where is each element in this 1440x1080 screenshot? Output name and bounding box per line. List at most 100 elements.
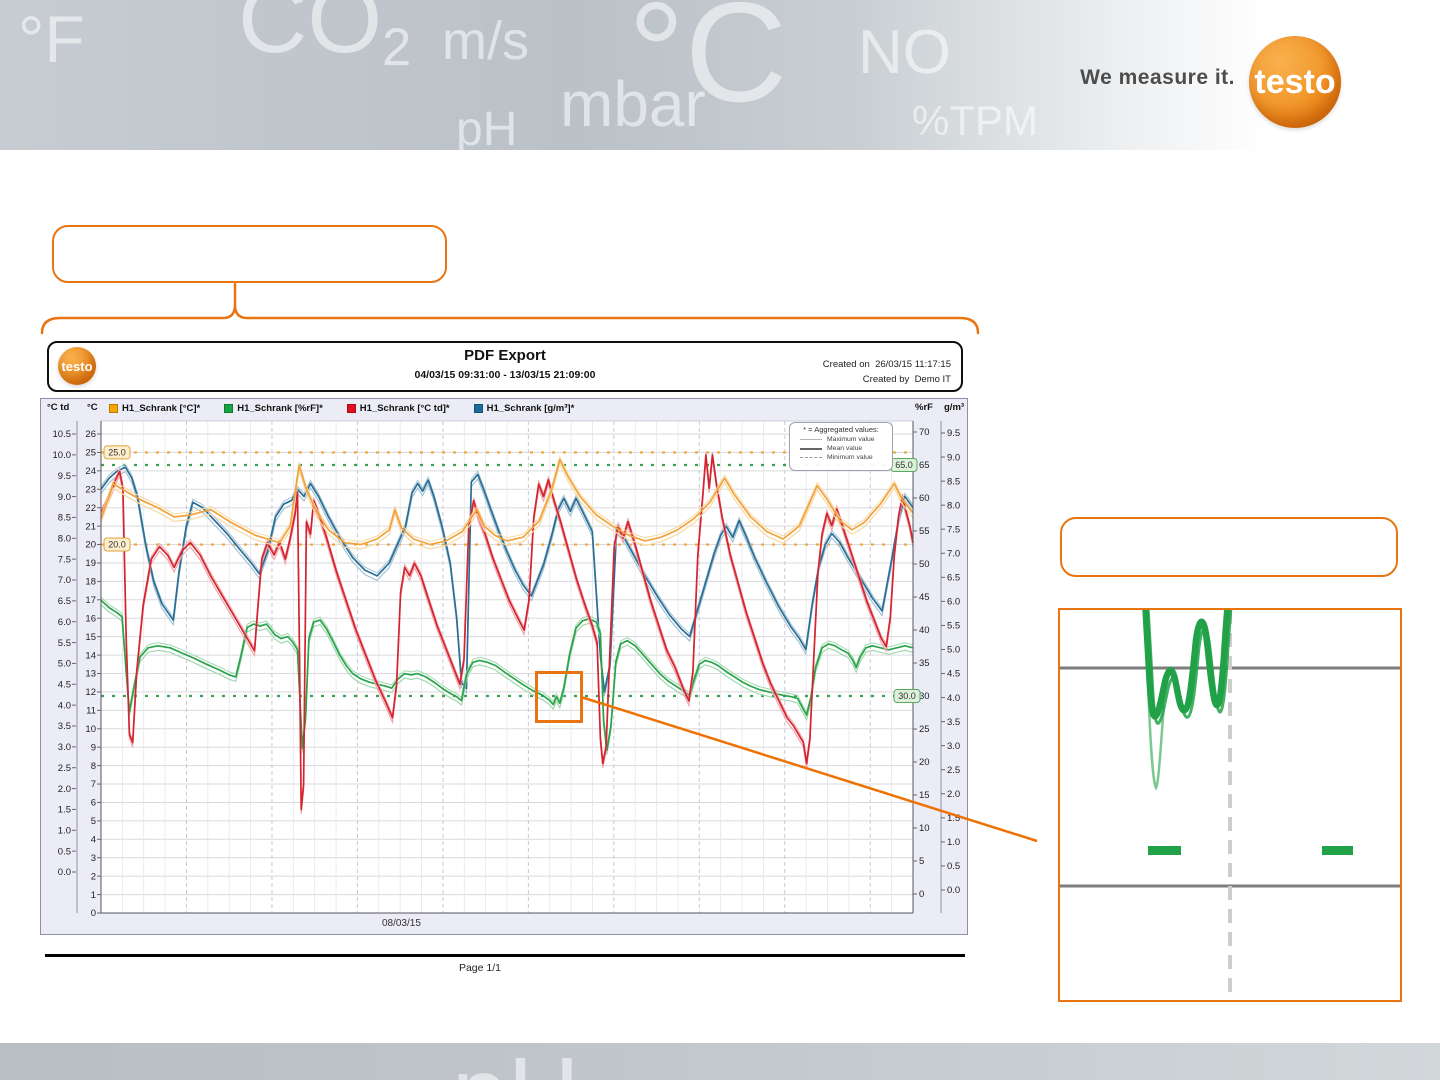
svg-text:6.0: 6.0 (58, 617, 71, 628)
legend-swatch (346, 404, 356, 413)
pdf-header-box: testo PDF Export 04/03/15 09:31:00 - 13/… (47, 341, 963, 392)
svg-text:8.0: 8.0 (58, 533, 71, 544)
svg-text:15: 15 (919, 790, 930, 801)
svg-text:7.5: 7.5 (947, 524, 960, 535)
zoom-detail-box (1058, 608, 1402, 1002)
legend-swatch (224, 404, 234, 413)
axis-caption-g: g/m³ (944, 402, 965, 413)
svg-text:7.0: 7.0 (947, 548, 960, 559)
svg-text:2.0: 2.0 (58, 784, 71, 795)
mean-line-sample (800, 447, 822, 450)
legend-item: H1_Schrank [°C td]* (346, 403, 450, 414)
svg-text:1.0: 1.0 (58, 825, 71, 836)
svg-text:45: 45 (919, 592, 930, 603)
chart-plot: 10.510.09.59.08.58.07.57.06.56.05.55.04.… (53, 420, 960, 929)
svg-text:9.0: 9.0 (58, 492, 71, 503)
svg-text:0.5: 0.5 (58, 846, 71, 857)
axis-caption-rf: %rF (915, 402, 933, 413)
unit-watermark: mbar (560, 68, 706, 140)
max-line-sample (800, 439, 822, 440)
svg-text:4.5: 4.5 (947, 669, 960, 680)
top-banner: °F CO2 m/s °C NO mbar pH %TPM We measure it. te… (0, 0, 1440, 150)
legend-mean-row: Mean value (794, 444, 888, 453)
svg-text:17: 17 (85, 595, 96, 606)
svg-text:5.5: 5.5 (58, 638, 71, 649)
svg-text:5.0: 5.0 (947, 645, 960, 656)
svg-text:35: 35 (919, 658, 930, 669)
svg-text:12: 12 (85, 687, 96, 698)
testo-logo: testo (1249, 36, 1341, 128)
legend-label: H1_Schrank [°C]* (122, 403, 201, 414)
created-on-line: Created on 26/03/15 11:17:15 (822, 359, 951, 370)
chart-panel: 10.5 10.0 9.5 9.0 8.5 8.0 7.5 7.0 6.5 6.0 5.5 5.0 4.… (40, 398, 968, 935)
svg-text:0.0: 0.0 (58, 867, 71, 878)
svg-text:60: 60 (919, 493, 930, 504)
svg-text:1.5: 1.5 (58, 805, 71, 816)
svg-text:4.0: 4.0 (58, 700, 71, 711)
svg-text:40: 40 (919, 625, 930, 636)
svg-text:65.0: 65.0 (895, 460, 913, 470)
svg-text:26: 26 (85, 429, 96, 440)
ph-watermark: pH (452, 1043, 580, 1080)
svg-text:0: 0 (91, 908, 96, 919)
svg-text:5: 5 (919, 856, 924, 867)
svg-text:6: 6 (91, 798, 96, 809)
axis-caption-c: °C (87, 402, 98, 413)
svg-text:21: 21 (85, 521, 96, 532)
inset-limit-dash (1322, 846, 1353, 855)
svg-text:5.5: 5.5 (947, 621, 960, 632)
svg-text:6.0: 6.0 (947, 597, 960, 608)
svg-text:10.5: 10.5 (53, 429, 72, 440)
svg-text:10.0: 10.0 (53, 450, 72, 461)
svg-text:7.0: 7.0 (58, 575, 71, 586)
brand-tagline: We measure it. (1080, 66, 1235, 89)
unit-watermark: pH (456, 103, 518, 151)
unit-watermark: m/s (442, 11, 529, 71)
svg-text:8.5: 8.5 (58, 513, 71, 524)
svg-text:65: 65 (919, 460, 930, 471)
svg-text:20: 20 (85, 540, 96, 551)
svg-text:15: 15 (85, 632, 96, 643)
svg-text:0.0: 0.0 (947, 885, 960, 896)
legend-swatch (109, 404, 118, 413)
legend-label: H1_Schrank [%rF]* (237, 403, 323, 414)
min-line-sample (800, 457, 822, 458)
page-number: Page 1/1 (458, 962, 502, 974)
svg-text:4: 4 (91, 835, 96, 846)
bottom-banner: pH (0, 1043, 1440, 1080)
svg-text:1: 1 (91, 890, 96, 901)
svg-text:0.5: 0.5 (947, 861, 960, 872)
svg-text:2.5: 2.5 (947, 765, 960, 776)
series-legend: H1_Schrank [°C]* H1_Schrank [%rF]* H1_Schr… (109, 402, 574, 415)
aggregated-values-legend: * = Aggregated values: Maximum value Mea… (789, 422, 893, 471)
brace-annotation (40, 282, 980, 335)
svg-text:70: 70 (919, 427, 930, 438)
created-by-line: Created by Demo IT (862, 374, 951, 385)
testo-logo-text: testo (1254, 62, 1336, 101)
svg-text:4.0: 4.0 (947, 693, 960, 704)
svg-text:2.0: 2.0 (947, 789, 960, 800)
svg-text:1.5: 1.5 (947, 813, 960, 824)
svg-text:8: 8 (91, 761, 96, 772)
svg-text:30: 30 (919, 691, 930, 702)
inset-limit-dash (1148, 846, 1181, 855)
legend-swatch (473, 404, 483, 413)
unit-watermark: CO2 (238, 0, 412, 78)
svg-text:13: 13 (85, 669, 96, 680)
svg-text:3: 3 (91, 853, 96, 864)
svg-text:18: 18 (85, 577, 96, 588)
zoom-region-highlight-box (535, 671, 583, 723)
svg-text:10: 10 (85, 724, 96, 735)
zoom-detail-plot (1060, 610, 1400, 1000)
svg-text:19: 19 (85, 558, 96, 569)
svg-text:55: 55 (919, 526, 930, 537)
svg-text:8.5: 8.5 (947, 476, 960, 487)
unit-watermark: %TPM (912, 97, 1038, 144)
svg-text:1.0: 1.0 (947, 837, 960, 848)
svg-text:2.5: 2.5 (58, 763, 71, 774)
svg-text:24: 24 (85, 466, 96, 477)
svg-text:5.0: 5.0 (58, 659, 71, 670)
legend-item: H1_Schrank [g/m³]* (473, 403, 574, 414)
svg-text:3.5: 3.5 (58, 721, 71, 732)
legend-item: H1_Schrank [°C]* (109, 403, 200, 414)
